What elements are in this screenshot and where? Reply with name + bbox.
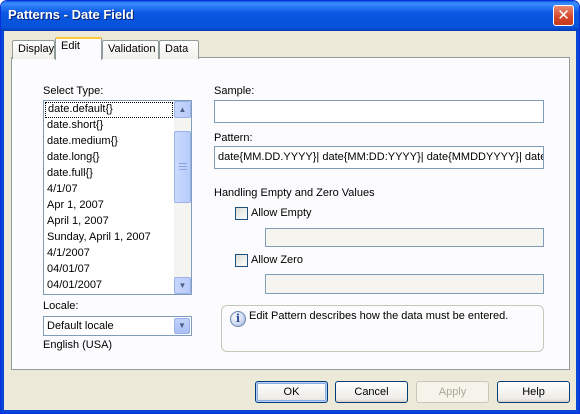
list-item[interactable]: date.full{}	[44, 166, 174, 182]
pattern-field[interactable]: date{MM.DD.YYYY}| date{MM:DD:YYYY}| date…	[214, 146, 544, 169]
info-icon: i	[230, 311, 246, 327]
tab-data[interactable]: Data	[159, 40, 199, 59]
list-item[interactable]: Apr 1, 2007	[44, 198, 174, 214]
window-border-bottom	[1, 410, 579, 413]
window-border-right	[576, 31, 579, 413]
locale-value: Default locale	[47, 320, 114, 332]
list-item[interactable]: 04/01/07	[44, 262, 174, 278]
allow-empty-checkbox[interactable]	[235, 207, 248, 220]
help-button[interactable]: Help	[497, 381, 570, 403]
tab-validation[interactable]: Validation	[102, 40, 159, 59]
scrollbar-thumb[interactable]	[174, 131, 191, 203]
list-item[interactable]: date.long{}	[44, 150, 174, 166]
list-item[interactable]: 04/01/2007	[44, 278, 174, 294]
select-type-label: Select Type:	[43, 85, 104, 97]
pattern-label: Pattern:	[214, 132, 253, 144]
locale-description: English (USA)	[43, 339, 113, 351]
cancel-button[interactable]: Cancel	[335, 381, 408, 403]
list-item[interactable]: Sunday, April 1, 2007	[44, 230, 174, 246]
patterns-dialog: Patterns - Date Field ✕ Display Edit Val…	[0, 0, 580, 414]
select-type-list[interactable]: date.default{} date.short{} date.medium{} d…	[43, 100, 192, 295]
scroll-up-icon[interactable]: ▲	[174, 101, 191, 118]
window-border-left	[1, 31, 4, 413]
locale-select[interactable]: Default locale ▼	[43, 316, 192, 336]
locale-label: Locale:	[43, 300, 79, 312]
allow-empty-field[interactable]	[265, 228, 544, 247]
allow-zero-checkbox[interactable]	[235, 254, 248, 267]
window-title: Patterns - Date Field	[8, 7, 134, 22]
ok-button[interactable]: OK	[255, 381, 328, 403]
info-box: i Edit Pattern describes how the data mu…	[221, 305, 544, 352]
apply-button[interactable]: Apply	[416, 381, 489, 403]
scroll-down-icon[interactable]: ▼	[174, 277, 191, 294]
tab-edit[interactable]: Edit	[55, 37, 102, 60]
list-item[interactable]: April 1, 2007	[44, 214, 174, 230]
handling-empty-zero-heading: Handling Empty and Zero Values	[214, 187, 375, 199]
list-scrollbar[interactable]: ▲ ▼	[174, 101, 191, 294]
title-bar: Patterns - Date Field ✕	[1, 1, 579, 31]
info-text: Edit Pattern describes how the data must…	[249, 310, 509, 322]
allow-empty-label: Allow Empty	[251, 207, 312, 219]
sample-label: Sample:	[214, 85, 255, 97]
close-icon[interactable]: ✕	[553, 5, 574, 26]
allow-zero-label: Allow Zero	[251, 254, 303, 266]
chevron-down-icon[interactable]: ▼	[174, 318, 190, 334]
list-item[interactable]: 4/1/07	[44, 182, 174, 198]
list-item[interactable]: date.default{}	[45, 102, 173, 118]
list-item[interactable]: 4/1/2007	[44, 246, 174, 262]
allow-zero-field[interactable]	[265, 274, 544, 294]
tab-display[interactable]: Display	[12, 40, 55, 59]
select-type-items: date.default{} date.short{} date.medium{} d…	[44, 101, 174, 294]
list-item[interactable]: date.medium{}	[44, 134, 174, 150]
sample-field[interactable]	[214, 100, 544, 123]
list-item[interactable]: date.short{}	[44, 118, 174, 134]
